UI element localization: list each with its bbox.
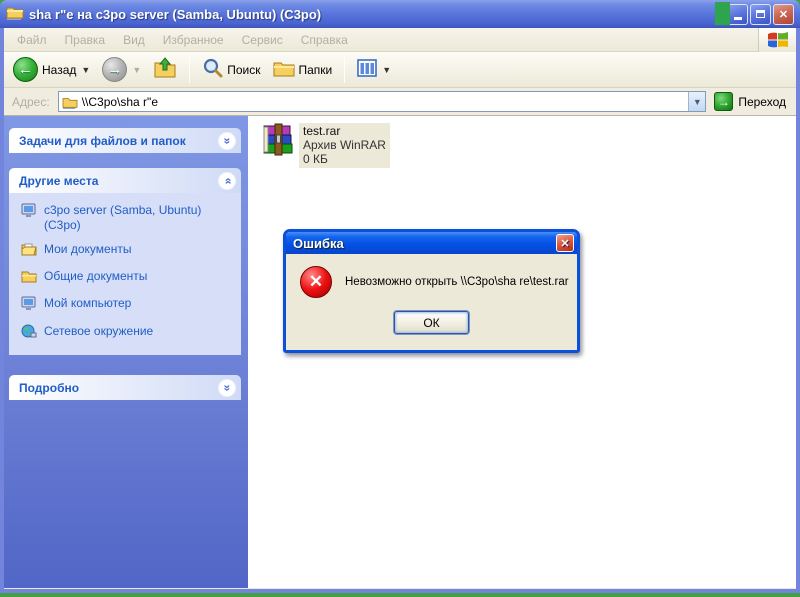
search-label: Поиск xyxy=(227,62,261,77)
folder-up-icon xyxy=(153,57,177,82)
computer-icon xyxy=(21,203,37,222)
address-dropdown-icon[interactable]: ▼ xyxy=(688,92,706,111)
panel-other-places: Другие места c3po xyxy=(9,168,241,355)
views-button[interactable]: ▼ xyxy=(352,57,396,82)
panel-file-tasks-header[interactable]: Задачи для файлов и папок xyxy=(9,128,241,153)
toolbar-separator xyxy=(189,56,191,83)
panel-details-header[interactable]: Подробно xyxy=(9,375,241,400)
folders-icon xyxy=(273,59,295,80)
maximize-button[interactable] xyxy=(750,3,771,25)
forward-icon: → xyxy=(102,57,128,82)
dialog-title: Ошибка xyxy=(293,235,344,251)
shared-documents-icon xyxy=(21,269,37,287)
folders-button[interactable]: Папки xyxy=(268,57,338,82)
close-button[interactable]: ✕ xyxy=(773,3,794,25)
sidebar-item-label: Общие документы xyxy=(44,269,148,283)
menu-file[interactable]: Файл xyxy=(8,30,56,50)
menu-bar: Файл Правка Вид Избранное Сервис Справка xyxy=(4,28,796,52)
back-label: Назад xyxy=(42,62,77,77)
back-button[interactable]: ← Назад ▼ xyxy=(8,55,95,84)
chevron-up-icon[interactable] xyxy=(218,171,236,190)
up-button[interactable] xyxy=(148,55,182,84)
file-name: test.rar xyxy=(303,124,341,138)
back-icon: ← xyxy=(13,57,38,82)
address-share-icon xyxy=(59,95,78,109)
menu-view[interactable]: Вид xyxy=(114,30,154,50)
sidebar-item-my-documents[interactable]: Мои документы xyxy=(21,242,235,260)
sidebar-item-label: Мой компьютер xyxy=(44,296,132,310)
folders-label: Папки xyxy=(298,62,333,77)
title-bar[interactable]: sha r"e на c3po server (Samba, Ubuntu) (… xyxy=(0,0,800,28)
dialog-title-bar[interactable]: Ошибка ✕ xyxy=(286,232,577,254)
views-icon xyxy=(357,59,378,80)
forward-button[interactable]: → ▼ xyxy=(97,55,146,84)
panel-title: Другие места xyxy=(19,173,99,188)
go-label: Переход xyxy=(738,94,786,109)
sidebar-item-shared-documents[interactable]: Общие документы xyxy=(21,269,235,287)
file-size: 0 КБ xyxy=(303,152,328,167)
shared-folder-icon xyxy=(6,4,24,25)
address-value: \\C3po\sha r"e xyxy=(81,94,158,109)
minimize-button[interactable] xyxy=(727,3,748,25)
go-arrow-icon: → xyxy=(714,92,734,111)
toolbar-separator xyxy=(344,56,346,83)
panel-file-tasks: Задачи для файлов и папок xyxy=(9,128,241,153)
address-bar: Адрес: \\C3po\sha r"e ▼ → Переход xyxy=(4,88,796,116)
menu-edit[interactable]: Правка xyxy=(56,30,115,50)
menu-tools[interactable]: Сервис xyxy=(233,30,292,50)
sidebar-item-network-places[interactable]: Сетевое окружение xyxy=(21,324,235,343)
window-title: sha r"e на c3po server (Samba, Ubuntu) (… xyxy=(29,6,322,22)
file-type: Архив WinRAR xyxy=(303,138,386,153)
address-input[interactable]: \\C3po\sha r"e ▼ xyxy=(57,91,707,112)
toolbar: ← Назад ▼ → ▼ Поиск Папки ▼ xyxy=(4,52,796,88)
ok-button[interactable]: ОК xyxy=(394,311,469,334)
panel-title: Подробно xyxy=(19,380,80,395)
my-documents-icon xyxy=(21,242,37,260)
network-places-icon xyxy=(21,324,37,343)
go-button[interactable]: → Переход xyxy=(714,92,786,111)
winrar-archive-icon xyxy=(262,123,296,162)
forward-dropdown-icon: ▼ xyxy=(132,64,142,75)
file-item-test-rar[interactable]: test.rar Архив WinRAR 0 КБ xyxy=(262,123,390,169)
search-icon xyxy=(202,58,223,82)
views-dropdown-icon[interactable]: ▼ xyxy=(382,65,391,75)
dialog-close-button[interactable]: ✕ xyxy=(556,234,574,252)
desktop-artifact xyxy=(715,2,730,25)
search-button[interactable]: Поиск xyxy=(197,56,265,84)
windows-logo-icon xyxy=(758,28,796,52)
panel-other-places-header[interactable]: Другие места xyxy=(9,168,241,193)
sidebar-item-my-computer[interactable]: Мой компьютер xyxy=(21,296,235,315)
menu-help[interactable]: Справка xyxy=(292,30,357,50)
error-icon: ✕ xyxy=(300,266,332,298)
chevron-down-icon[interactable] xyxy=(218,131,236,150)
chevron-down-icon[interactable] xyxy=(218,378,236,397)
sidebar-item-label: c3po server (Samba, Ubuntu) (C3po) xyxy=(44,203,202,232)
other-places-list: c3po server (Samba, Ubuntu) (C3po) Мои д… xyxy=(9,193,241,355)
error-dialog: Ошибка ✕ ✕ Невозможно открыть \\C3po\sha… xyxy=(283,229,580,353)
desktop: sha r"e на c3po server (Samba, Ubuntu) (… xyxy=(0,0,800,597)
sidebar-item-label: Сетевое окружение xyxy=(44,324,154,338)
panel-title: Задачи для файлов и папок xyxy=(19,133,186,148)
sidebar-item-c3po-server[interactable]: c3po server (Samba, Ubuntu) (C3po) xyxy=(21,203,235,233)
panel-details: Подробно xyxy=(9,375,241,400)
back-dropdown-icon[interactable]: ▼ xyxy=(81,65,90,75)
task-pane: Задачи для файлов и папок Другие места xyxy=(4,116,248,588)
dialog-message: Невозможно открыть \\C3po\sha re\test.ra… xyxy=(345,276,569,288)
my-computer-icon xyxy=(21,296,37,315)
menu-favorites[interactable]: Избранное xyxy=(154,30,233,50)
address-label: Адрес: xyxy=(12,94,50,109)
sidebar-item-label: Мои документы xyxy=(44,242,132,256)
